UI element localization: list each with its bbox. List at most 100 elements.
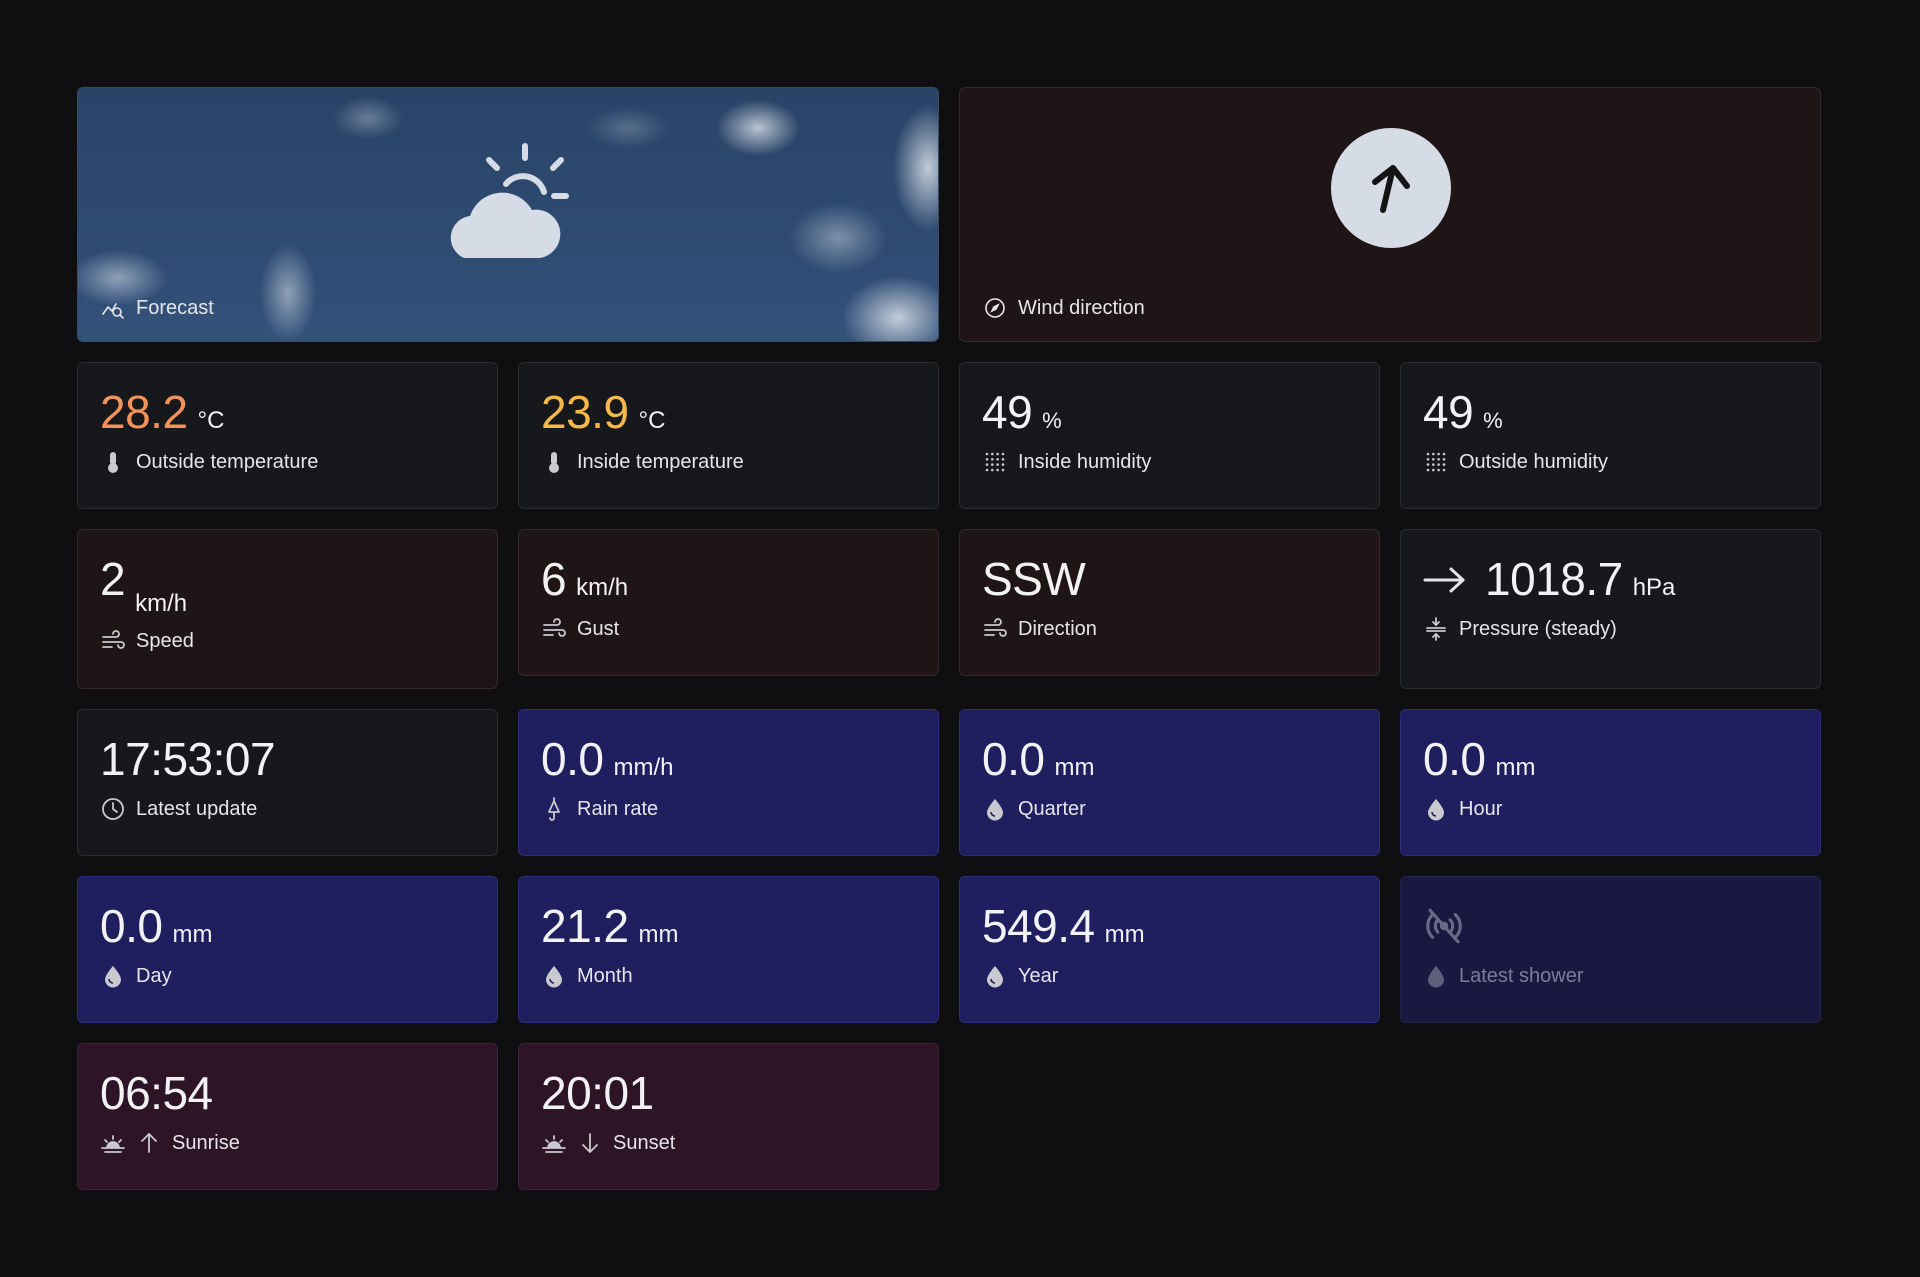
direction-value: SSW bbox=[982, 553, 1086, 605]
outside-temperature-unit: °C bbox=[197, 407, 225, 434]
gust-label: Gust bbox=[577, 617, 620, 640]
pressure-card[interactable]: 1018.7 hPa Pressure (steady) bbox=[1400, 529, 1821, 689]
umbrella-closed-icon bbox=[541, 796, 567, 822]
rain-rate-label: Rain rate bbox=[577, 797, 659, 820]
sunrise-card[interactable]: 06:54 Sunrise bbox=[77, 1043, 498, 1190]
latest-update-card[interactable]: 17:53:07 Latest update bbox=[77, 709, 498, 856]
arrow-right-icon bbox=[1423, 565, 1467, 595]
sunset-card[interactable]: 20:01 Sunset bbox=[518, 1043, 939, 1190]
raindrop-icon bbox=[1423, 963, 1449, 989]
rain-month-card[interactable]: 21.2 mm Month bbox=[518, 876, 939, 1023]
humidity-dots-icon bbox=[1423, 449, 1449, 475]
inside-humidity-card[interactable]: 49 % Inside humidity bbox=[959, 362, 1380, 509]
inside-temperature-label: Inside temperature bbox=[577, 450, 744, 473]
rain-day-card[interactable]: 0.0 mm Day bbox=[77, 876, 498, 1023]
speed-value: 2 bbox=[100, 553, 126, 605]
forecast-label: Forecast bbox=[136, 296, 214, 319]
gust-value: 6 bbox=[541, 553, 567, 605]
direction-card[interactable]: SSW Direction bbox=[959, 529, 1380, 676]
raindrop-icon bbox=[982, 963, 1008, 989]
wind-icon bbox=[982, 616, 1008, 642]
gust-unit: km/h bbox=[576, 574, 629, 601]
inside-humidity-unit: % bbox=[1042, 408, 1062, 433]
outside-humidity-card[interactable]: 49 % Outside humidity bbox=[1400, 362, 1821, 509]
raindrop-icon bbox=[982, 796, 1008, 822]
pressure-unit: hPa bbox=[1632, 574, 1676, 601]
thermometer-icon bbox=[100, 449, 126, 475]
speed-card[interactable]: 2 km/h Speed bbox=[77, 529, 498, 689]
forecast-label-row: Forecast bbox=[100, 295, 214, 321]
humidity-dots-icon bbox=[982, 449, 1008, 475]
latest-shower-card[interactable]: Latest shower bbox=[1400, 876, 1821, 1023]
inside-humidity-value: 49 bbox=[982, 386, 1033, 438]
no-signal-icon bbox=[1426, 908, 1462, 944]
speed-label: Speed bbox=[136, 629, 194, 652]
inside-temperature-value: 23.9 bbox=[541, 386, 629, 438]
outside-humidity-label: Outside humidity bbox=[1459, 450, 1608, 473]
outside-temperature-value: 28.2 bbox=[100, 386, 188, 438]
rain-day-value: 0.0 bbox=[100, 900, 163, 952]
clock-icon bbox=[100, 796, 126, 822]
rain-quarter-unit: mm bbox=[1054, 754, 1095, 781]
direction-label: Direction bbox=[1018, 617, 1097, 640]
outside-temperature-label: Outside temperature bbox=[136, 450, 319, 473]
sun-horizon-icon bbox=[541, 1130, 567, 1156]
arrow-up-right-icon bbox=[1372, 165, 1410, 213]
pressure-label: Pressure (steady) bbox=[1459, 617, 1617, 640]
outside-temperature-card[interactable]: 28.2 °C Outside temperature bbox=[77, 362, 498, 509]
wind-icon bbox=[541, 616, 567, 642]
rain-hour-card[interactable]: 0.0 mm Hour bbox=[1400, 709, 1821, 856]
latest-update-value: 17:53:07 bbox=[100, 733, 276, 785]
sunset-label: Sunset bbox=[613, 1131, 676, 1154]
rain-year-unit: mm bbox=[1104, 921, 1145, 948]
rain-quarter-card[interactable]: 0.0 mm Quarter bbox=[959, 709, 1380, 856]
inside-temperature-card[interactable]: 23.9 °C Inside temperature bbox=[518, 362, 939, 509]
thermometer-icon bbox=[541, 449, 567, 475]
latest-shower-label: Latest shower bbox=[1459, 964, 1584, 987]
speed-unit: km/h bbox=[135, 590, 188, 617]
rain-rate-value: 0.0 bbox=[541, 733, 604, 785]
rain-quarter-label: Quarter bbox=[1018, 797, 1086, 820]
wind-icon bbox=[100, 628, 126, 654]
rain-quarter-value: 0.0 bbox=[982, 733, 1045, 785]
inside-temperature-unit: °C bbox=[638, 407, 666, 434]
forecast-card[interactable]: Forecast bbox=[77, 87, 939, 342]
arrow-up-icon bbox=[136, 1130, 162, 1156]
raindrop-icon bbox=[100, 963, 126, 989]
wind-direction-label: Wind direction bbox=[1018, 296, 1145, 319]
wind-direction-card[interactable]: Wind direction bbox=[959, 87, 1821, 342]
gust-card[interactable]: 6 km/h Gust bbox=[518, 529, 939, 676]
pressure-icon bbox=[1423, 616, 1449, 642]
pressure-value: 1018.7 bbox=[1485, 553, 1623, 605]
outside-humidity-value: 49 bbox=[1423, 386, 1474, 438]
rain-day-unit: mm bbox=[172, 921, 213, 948]
outside-humidity-unit: % bbox=[1483, 408, 1503, 433]
rain-month-unit: mm bbox=[638, 921, 679, 948]
rain-hour-unit: mm bbox=[1495, 754, 1536, 781]
rain-day-label: Day bbox=[136, 964, 172, 987]
latest-update-label: Latest update bbox=[136, 797, 258, 820]
rain-year-label: Year bbox=[1018, 964, 1059, 987]
compass-icon bbox=[982, 295, 1008, 321]
rain-rate-card[interactable]: 0.0 mm/h Rain rate bbox=[518, 709, 939, 856]
rain-hour-label: Hour bbox=[1459, 797, 1503, 820]
raindrop-icon bbox=[541, 963, 567, 989]
sunrise-label: Sunrise bbox=[172, 1131, 240, 1154]
sunrise-value: 06:54 bbox=[100, 1067, 213, 1119]
wind-dial bbox=[1331, 128, 1451, 248]
inside-humidity-label: Inside humidity bbox=[1018, 450, 1152, 473]
arrow-down-icon bbox=[577, 1130, 603, 1156]
partly-cloudy-day-icon bbox=[450, 143, 569, 258]
rain-year-card[interactable]: 549.4 mm Year bbox=[959, 876, 1380, 1023]
forecast-chart-icon bbox=[100, 295, 126, 321]
wind-direction-label-row: Wind direction bbox=[982, 295, 1145, 321]
raindrop-icon bbox=[1423, 796, 1449, 822]
weather-dashboard: Forecast Wind direction 28.2 °C Outside … bbox=[77, 87, 1823, 1190]
sunset-value: 20:01 bbox=[541, 1067, 654, 1119]
rain-year-value: 549.4 bbox=[982, 900, 1095, 952]
sun-horizon-icon bbox=[100, 1130, 126, 1156]
rain-month-label: Month bbox=[577, 964, 633, 987]
rain-hour-value: 0.0 bbox=[1423, 733, 1486, 785]
rain-rate-unit: mm/h bbox=[613, 754, 674, 781]
rain-month-value: 21.2 bbox=[541, 900, 629, 952]
